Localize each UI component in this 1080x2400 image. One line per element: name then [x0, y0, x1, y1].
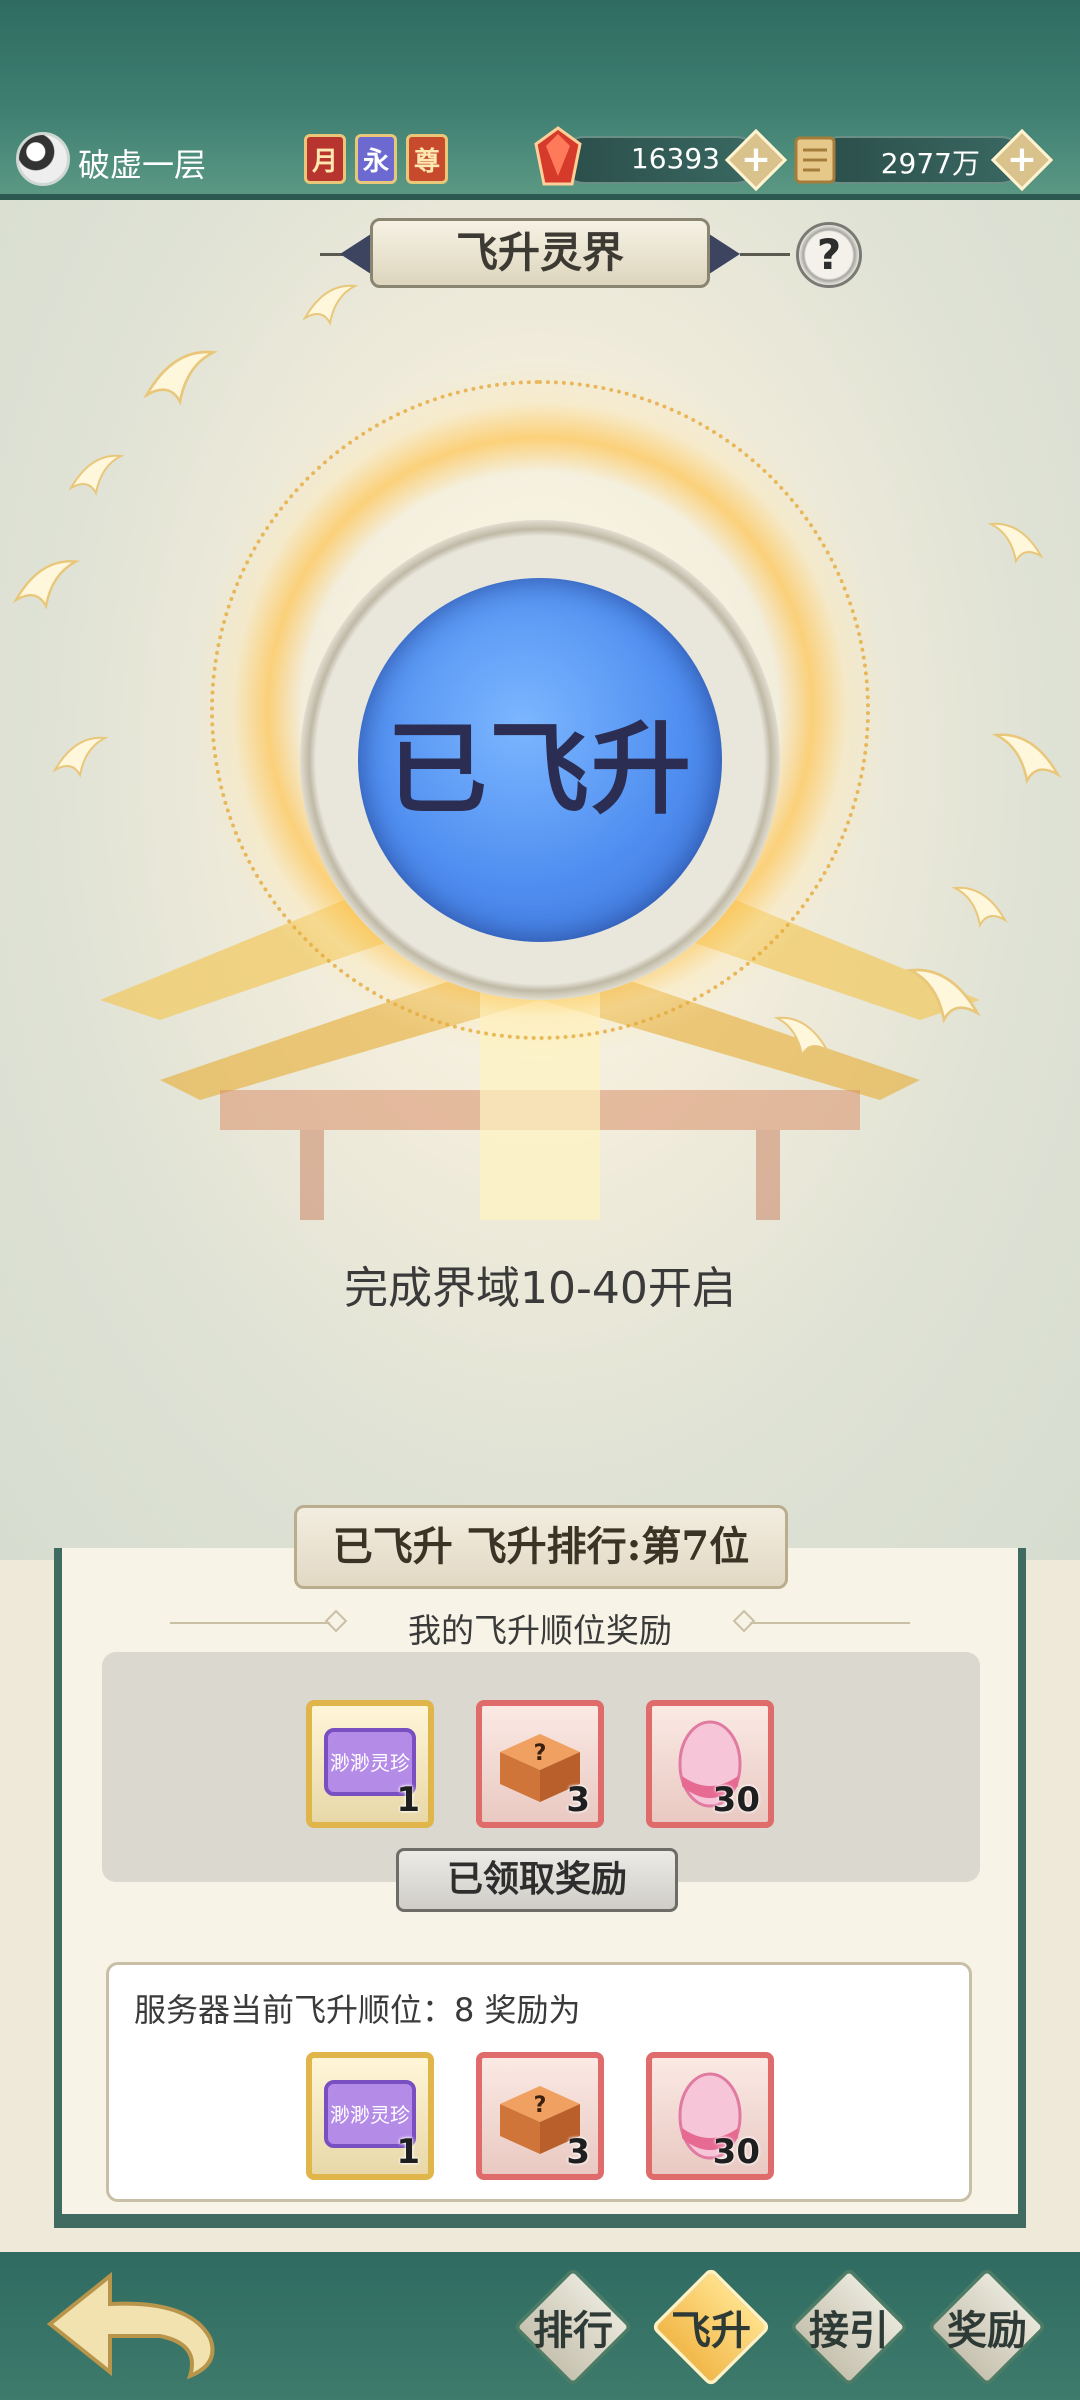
back-arrow-icon[interactable] [40, 2264, 240, 2384]
nav-guide[interactable]: 接引 [788, 2266, 910, 2388]
crane-icon [905, 968, 981, 1024]
crane-icon [302, 284, 359, 326]
help-button[interactable]: ? [796, 222, 862, 288]
reward-quantity: 1 [396, 2132, 420, 2172]
server-rank-text: 服务器当前飞升顺位：8 奖励为 [134, 1991, 581, 2029]
token-label: 渺渺灵珍 [330, 1751, 410, 1775]
gem-amount: 16393 [630, 142, 720, 175]
supreme-card-badge[interactable]: 尊 [406, 134, 448, 184]
nav-label: 飞升 [671, 2308, 751, 2354]
unlock-condition-text: 完成界域10-40开启 [344, 1263, 736, 1314]
red-gem-icon [534, 126, 582, 186]
month-card-badge[interactable]: 月 [304, 134, 346, 184]
nav-ranking[interactable]: 排行 [512, 2266, 634, 2388]
token-label: 渺渺灵珍 [330, 2103, 410, 2127]
rank-position: 飞升排行:第7位 [466, 1523, 750, 1570]
page-title: 飞升灵界 [370, 218, 710, 288]
yin-yang-icon [16, 132, 70, 186]
crane-icon [143, 350, 219, 406]
crane-icon [773, 1016, 830, 1058]
nav-label: 排行 [533, 2308, 613, 2354]
nav-label: 奖励 [947, 2308, 1027, 2354]
scroll-icon [794, 136, 836, 184]
crane-icon [951, 886, 1008, 928]
nav-reward[interactable]: 奖励 [926, 2266, 1048, 2388]
svg-text:?: ? [534, 2093, 547, 2118]
crane-icon [68, 454, 125, 496]
reward-item[interactable]: 30 [646, 1700, 774, 1828]
plus-icon: + [740, 139, 772, 180]
svg-text:?: ? [534, 1741, 547, 1766]
realm-name: 破虚一层 [78, 146, 207, 184]
reward-quantity: 30 [712, 1780, 760, 1820]
banner-line [740, 253, 790, 256]
crane-icon [991, 733, 1062, 785]
rank-status: 已飞升 [332, 1523, 453, 1570]
banner-wing [340, 232, 374, 276]
reward-item[interactable]: 渺渺灵珍 1 [306, 1700, 434, 1828]
crane-icon [987, 522, 1044, 564]
crane-icon [52, 736, 109, 778]
ascension-rank-banner: 已飞升 飞升排行:第7位 [294, 1505, 788, 1589]
scroll-amount: 2977万 [880, 147, 980, 180]
server-reward-item[interactable]: ? 3 [476, 2052, 604, 2180]
plus-icon: + [1006, 139, 1038, 180]
server-reward-item[interactable]: 30 [646, 2052, 774, 2180]
reward-quantity: 3 [566, 2132, 590, 2172]
reward-quantity: 1 [396, 1780, 420, 1820]
reward-item[interactable]: ? 3 [476, 1700, 604, 1828]
server-reward-item[interactable]: 渺渺灵珍 1 [306, 2052, 434, 2180]
reward-quantity: 30 [712, 2132, 760, 2172]
claimed-reward-button[interactable]: 已领取奖励 [396, 1848, 678, 1912]
nav-label: 接引 [809, 2308, 889, 2354]
orb-status-text: 已飞升 [387, 709, 693, 828]
crane-icon [12, 560, 81, 610]
banner-wing [706, 232, 740, 276]
reward-quantity: 3 [566, 1780, 590, 1820]
nav-ascend[interactable]: 飞升 [650, 2266, 772, 2388]
permanent-card-badge[interactable]: 永 [355, 134, 397, 184]
my-reward-heading: 我的飞升顺位奖励 [408, 1611, 672, 1650]
